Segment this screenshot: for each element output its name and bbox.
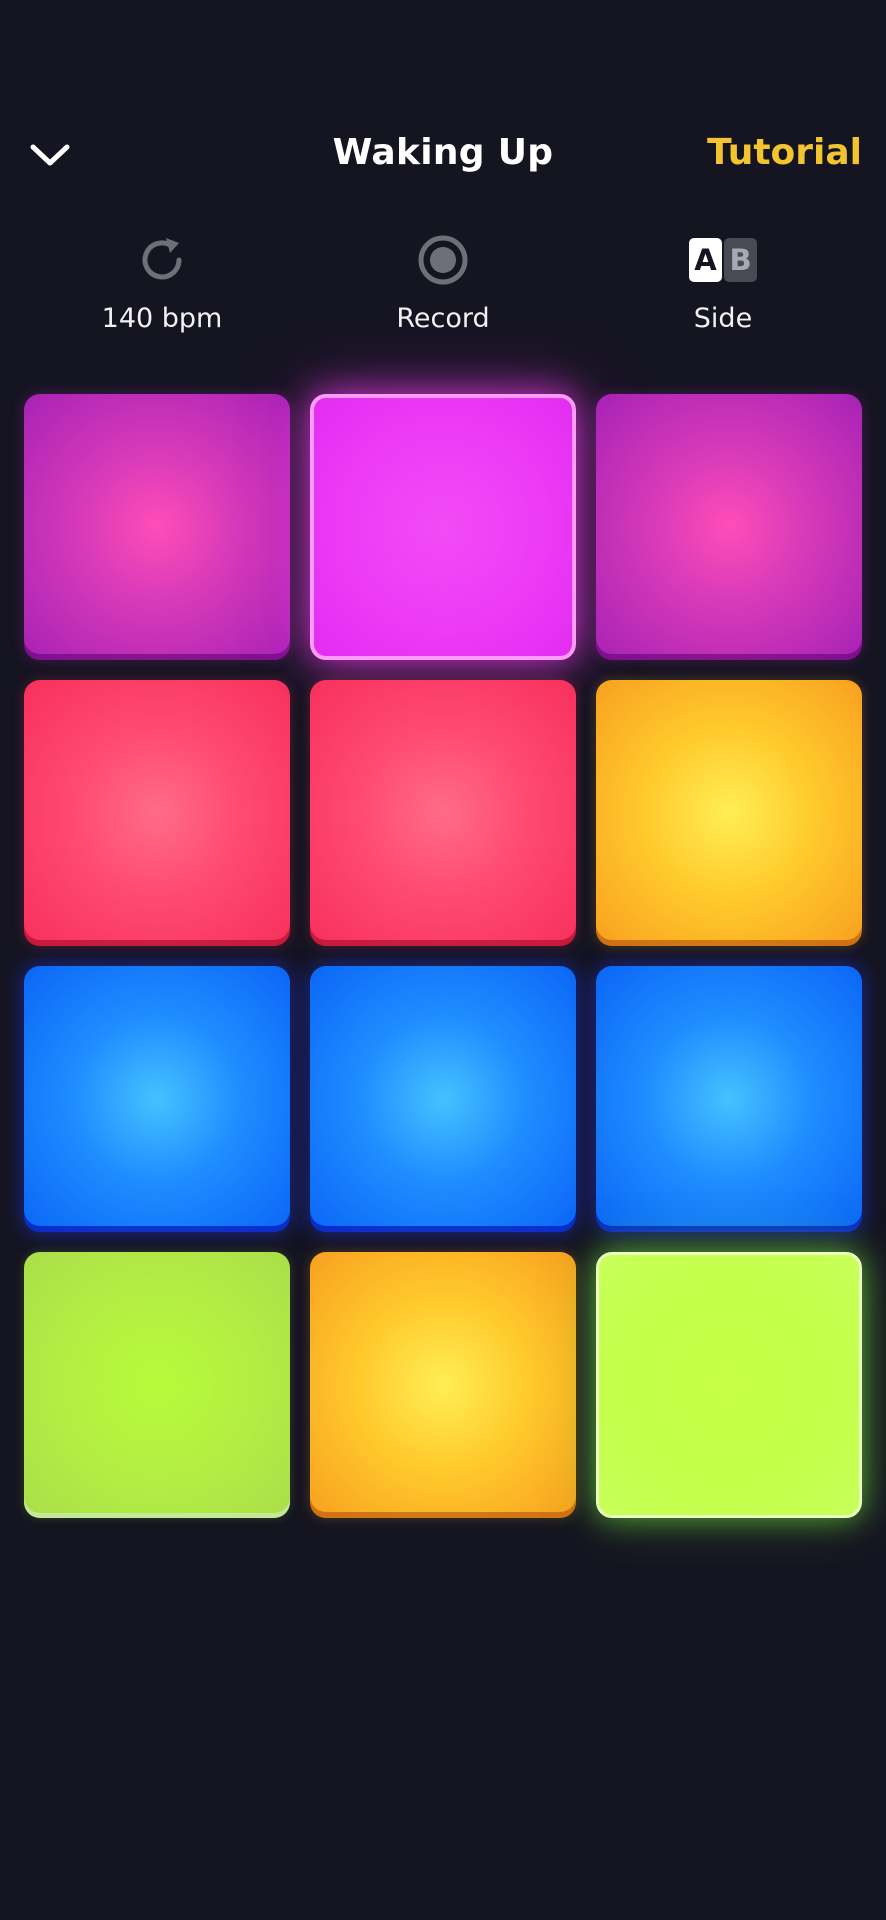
side-button[interactable]: A B Side <box>623 225 823 345</box>
side-label: Side <box>693 303 753 334</box>
drum-pad-screen: Waking Up Tutorial 140 bpm Record A B Si… <box>0 0 886 1920</box>
record-icon <box>413 230 473 290</box>
pad-grid <box>24 394 862 1518</box>
pad-5[interactable] <box>310 680 576 946</box>
tempo-label: 140 bpm <box>101 303 223 334</box>
record-label: Record <box>396 303 490 334</box>
pad-1[interactable] <box>24 394 290 660</box>
pad-8[interactable] <box>310 966 576 1232</box>
pad-3[interactable] <box>596 394 862 660</box>
pad-11[interactable] <box>310 1252 576 1518</box>
ab-side-icon: A B <box>689 230 757 290</box>
side-b-letter: B <box>724 238 757 282</box>
pad-7[interactable] <box>24 966 290 1232</box>
refresh-icon <box>132 230 192 290</box>
tempo-button[interactable]: 140 bpm <box>62 225 262 345</box>
tutorial-button[interactable]: Tutorial <box>707 132 862 173</box>
record-button[interactable]: Record <box>343 225 543 345</box>
pad-10[interactable] <box>24 1252 290 1518</box>
pad-4[interactable] <box>24 680 290 946</box>
pad-2[interactable] <box>310 394 576 660</box>
side-a-letter: A <box>689 238 722 282</box>
header: Waking Up Tutorial <box>0 110 886 200</box>
pad-6[interactable] <box>596 680 862 946</box>
controls-row: 140 bpm Record A B Side <box>0 225 886 345</box>
pad-9[interactable] <box>596 966 862 1232</box>
pad-12[interactable] <box>596 1252 862 1518</box>
